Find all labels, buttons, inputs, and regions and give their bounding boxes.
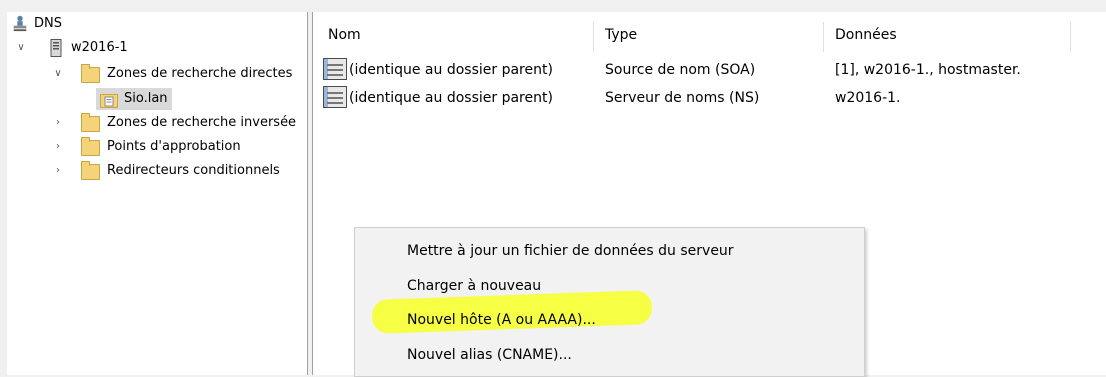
record-icon: [323, 86, 347, 108]
menu-item-new-host[interactable]: Nouvel hôte (A ou AAAA)...: [407, 305, 596, 335]
row-data: w2016-1.: [835, 90, 901, 106]
row-name: (identique au dossier parent): [349, 62, 553, 78]
column-divider[interactable]: [593, 22, 594, 52]
tree-label-trust-points: Points d'approbation: [107, 139, 241, 154]
tree-node-server[interactable]: ∨ w2016-1: [7, 36, 307, 60]
context-menu: Mettre à jour un fichier de données du s…: [354, 227, 865, 377]
tree-node-conditional-forwarders[interactable]: › Redirecteurs conditionnels: [7, 159, 307, 183]
tree-node-zone-siolan[interactable]: Sio.lan: [7, 87, 307, 111]
column-header-data[interactable]: Données: [835, 22, 897, 48]
chevron-down-icon[interactable]: ∨: [15, 36, 27, 60]
tree-label-conditional-forwarders: Redirecteurs conditionnels: [107, 163, 280, 178]
chevron-right-icon[interactable]: ›: [52, 111, 64, 135]
tree-node-trust-points[interactable]: › Points d'approbation: [7, 135, 307, 159]
tree-node-dns[interactable]: DNS: [7, 12, 307, 36]
dns-server-icon: [13, 15, 27, 32]
column-divider[interactable]: [823, 22, 824, 52]
server-icon: [50, 39, 62, 57]
tree-label-reverse-zones: Zones de recherche inversée: [107, 115, 297, 130]
tree-node-reverse-zones[interactable]: › Zones de recherche inversée: [7, 111, 307, 135]
row-type: Serveur de noms (NS): [605, 90, 760, 106]
folder-icon: [81, 137, 100, 156]
folder-icon: [81, 64, 100, 83]
menu-item-reload[interactable]: Charger à nouveau: [407, 271, 541, 301]
column-header-type[interactable]: Type: [605, 22, 637, 48]
column-header-name[interactable]: Nom: [328, 22, 361, 48]
folder-icon: [81, 113, 100, 132]
chevron-right-icon[interactable]: ›: [52, 159, 64, 183]
column-divider[interactable]: [1070, 22, 1071, 52]
menu-item-update-server-data-file[interactable]: Mettre à jour un fichier de données du s…: [407, 236, 734, 266]
top-strip: [0, 0, 1106, 9]
record-icon: [323, 58, 347, 80]
tree-label-zone: Sio.lan: [124, 91, 168, 106]
tree-label-dns: DNS: [34, 16, 62, 31]
chevron-right-icon[interactable]: ›: [52, 135, 64, 159]
console-tree: DNS ∨ w2016-1 ∨ Zones de recherche direc…: [7, 12, 308, 375]
row-data: [1], w2016-1., hostmaster.: [835, 62, 1021, 78]
menu-item-new-alias[interactable]: Nouvel alias (CNAME)...: [407, 340, 572, 370]
zone-file-icon: [100, 94, 118, 108]
chevron-down-icon[interactable]: ∨: [52, 62, 64, 86]
tree-node-forward-zones[interactable]: ∨ Zones de recherche directes: [7, 62, 307, 86]
row-name: (identique au dossier parent): [349, 90, 553, 106]
folder-icon: [81, 161, 100, 180]
tree-label-forward-zones: Zones de recherche directes: [107, 66, 293, 81]
row-type: Source de nom (SOA): [605, 62, 756, 78]
tree-label-server: w2016-1: [71, 40, 128, 55]
